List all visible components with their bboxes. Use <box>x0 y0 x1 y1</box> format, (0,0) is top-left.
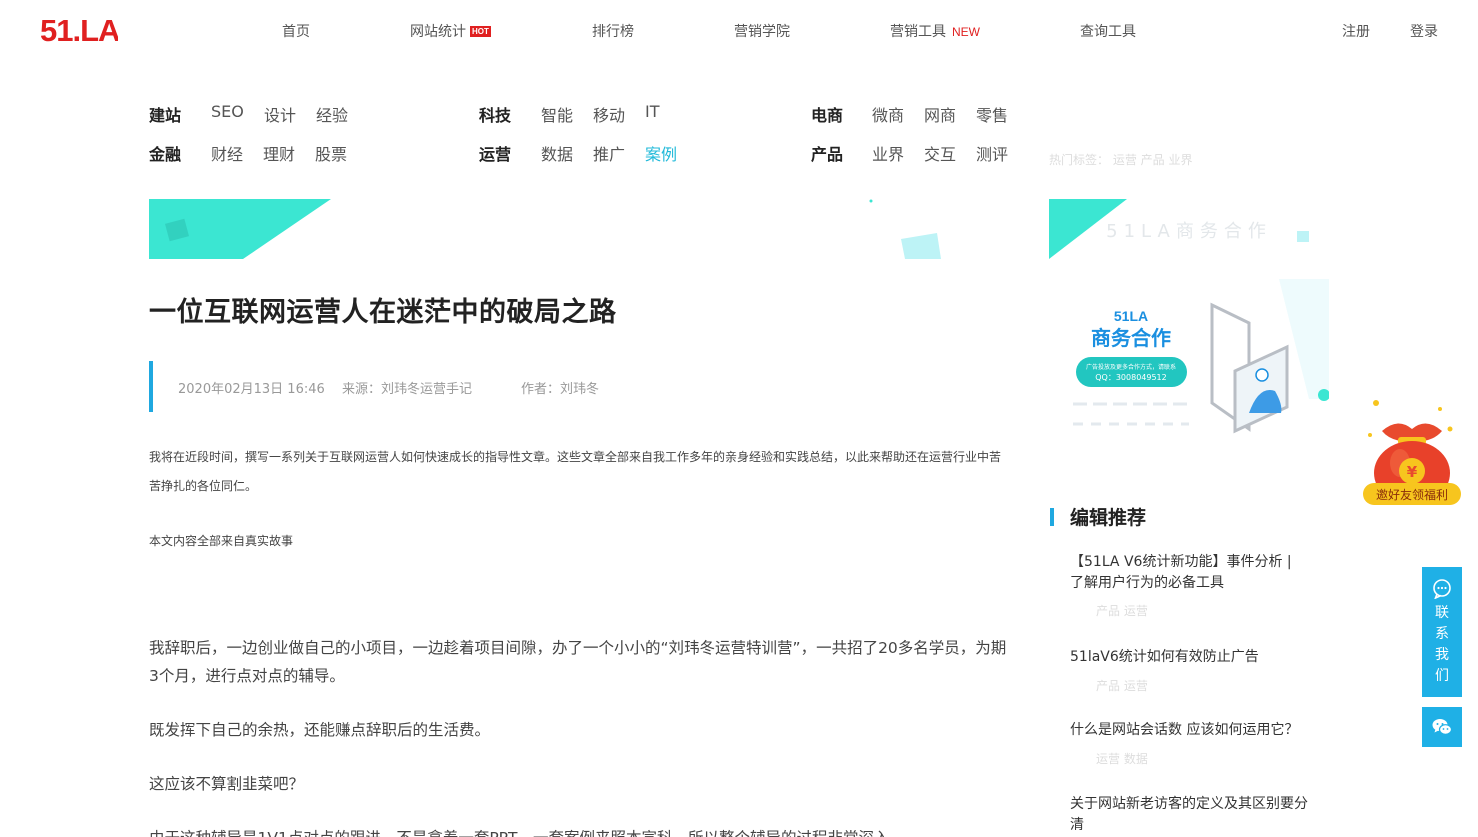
category-industry[interactable]: 业界 <box>872 141 904 165</box>
category-stocks[interactable]: 股票 <box>315 141 347 165</box>
category-design[interactable]: 设计 <box>264 102 296 126</box>
category-experience[interactable]: 经验 <box>316 102 348 126</box>
meta-accent-bar <box>149 361 153 412</box>
svg-text:51LA商务合作: 51LA商务合作 <box>1106 221 1272 242</box>
article-author: 作者：刘玮冬 <box>521 382 600 397</box>
category-mobile[interactable]: 移动 <box>593 102 625 126</box>
contact-us-label: 联系我们 <box>1435 605 1449 684</box>
category-head-product[interactable]: 产品 <box>811 141 843 165</box>
wechat-icon <box>1432 719 1452 735</box>
recommend-item-tags: 产品 运营 <box>1096 679 1148 693</box>
category-seo[interactable]: SEO <box>211 102 244 121</box>
chat-bubble-icon <box>1433 579 1451 600</box>
login-link[interactable]: 登录 <box>1410 21 1438 41</box>
recommend-item-tags: 运营 数据 <box>1096 752 1148 766</box>
category-head-finance[interactable]: 金融 <box>149 141 181 165</box>
category-caijing[interactable]: 财经 <box>211 141 243 165</box>
category-data[interactable]: 数据 <box>541 141 573 165</box>
category-it[interactable]: IT <box>645 102 660 121</box>
article-note: 本文内容全部来自真实故事 <box>149 534 294 548</box>
svg-text:广告投放及更多合作方式，请联系: 广告投放及更多合作方式，请联系 <box>1086 363 1176 371</box>
business-cooperation-ad[interactable]: 51LA商务合作 51LA 商务合作 广告投放及更多合作方式，请联系 QQ：30… <box>1049 199 1329 439</box>
nav-marketing-academy[interactable]: 营销学院 <box>734 21 790 41</box>
recommend-accent-bar <box>1050 508 1054 526</box>
wechat-button[interactable] <box>1422 707 1462 747</box>
nav-marketing-tools[interactable]: 营销工具 NEW <box>890 21 980 41</box>
svg-text:商务合作: 商务合作 <box>1091 326 1171 350</box>
hot-badge: HOT <box>470 26 491 37</box>
category-cases[interactable]: 案例 <box>645 141 677 165</box>
article-paragraph: 由于这种辅导是1V1点对点的跟进，不是拿着一套PPT，一套案例来照本宣科，所以整… <box>149 824 1009 837</box>
recommend-item[interactable]: 关于网站新老访客的定义及其区别要分清 <box>1070 794 1310 836</box>
svg-text:51LA: 51LA <box>1114 308 1148 324</box>
article-banner <box>149 199 1009 259</box>
article-date: 2020年02月13日 16:46 <box>178 382 325 397</box>
article-source: 来源：刘玮冬运营手记 <box>342 382 473 397</box>
svg-text:QQ：3008049512: QQ：3008049512 <box>1095 373 1167 382</box>
category-head-jianzhan[interactable]: 建站 <box>149 102 181 126</box>
article-intro: 我将在近段时间，撰写一系列关于互联网运营人如何快速成长的指导性文章。这些文章全部… <box>149 450 1002 493</box>
category-head-operations[interactable]: 运营 <box>479 141 511 165</box>
nav-site-stats-label: 网站统计 <box>410 24 466 40</box>
nav-home[interactable]: 首页 <box>282 21 310 41</box>
article-paragraph: 我辞职后，一边创业做自己的小项目，一边趁着项目间隙，办了一个小小的“刘玮冬运营特… <box>149 639 1007 685</box>
svg-text:¥: ¥ <box>1407 463 1418 481</box>
svg-text:51.LA: 51.LA <box>40 14 118 44</box>
recommend-item[interactable]: 【51LA V6统计新功能】事件分析 | 了解用户行为的必备工具 <box>1070 552 1310 594</box>
category-promotion[interactable]: 推广 <box>593 141 625 165</box>
recommend-item[interactable]: 什么是网站会话数 应该如何运用它？ <box>1070 720 1310 741</box>
category-smart[interactable]: 智能 <box>541 102 573 126</box>
new-badge: NEW <box>952 25 980 39</box>
contact-us-button[interactable]: 联系我们 <box>1422 567 1462 697</box>
category-wangshang[interactable]: 网商 <box>924 102 956 126</box>
recommend-item[interactable]: 51laV6统计如何有效防止广告 <box>1070 647 1310 668</box>
editor-recommend-title: 编辑推荐 <box>1070 507 1147 529</box>
category-interaction[interactable]: 交互 <box>924 141 956 165</box>
invite-friends-gift[interactable]: ¥ 邀好友领福利 <box>1362 395 1462 510</box>
category-head-tech[interactable]: 科技 <box>479 102 511 126</box>
register-link[interactable]: 注册 <box>1342 21 1370 41</box>
category-head-ecommerce[interactable]: 电商 <box>811 102 843 126</box>
article-paragraph: 这应该不算割韭菜吧？ <box>149 775 305 793</box>
hot-tags: 热门标签： 运营 产品 业界 <box>1049 153 1193 167</box>
category-review[interactable]: 测评 <box>976 141 1008 165</box>
article-paragraph: 既发挥下自己的余热，还能赚点辞职后的生活费。 <box>149 721 491 739</box>
svg-text:邀好友领福利: 邀好友领福利 <box>1376 487 1448 502</box>
article-title: 一位互联网运营人在迷茫中的破局之路 <box>149 297 617 328</box>
logo[interactable]: 51.LA <box>40 13 121 48</box>
nav-marketing-tools-label: 营销工具 <box>890 24 946 40</box>
nav-site-stats[interactable]: 网站统计 HOT <box>410 21 491 41</box>
nav-rankings[interactable]: 排行榜 <box>592 21 634 41</box>
nav-query-tools[interactable]: 查询工具 <box>1080 21 1136 41</box>
recommend-item-tags: 产品 运营 <box>1096 604 1148 618</box>
category-weishang[interactable]: 微商 <box>872 102 904 126</box>
category-licai[interactable]: 理财 <box>263 141 295 165</box>
category-retail[interactable]: 零售 <box>976 102 1008 126</box>
